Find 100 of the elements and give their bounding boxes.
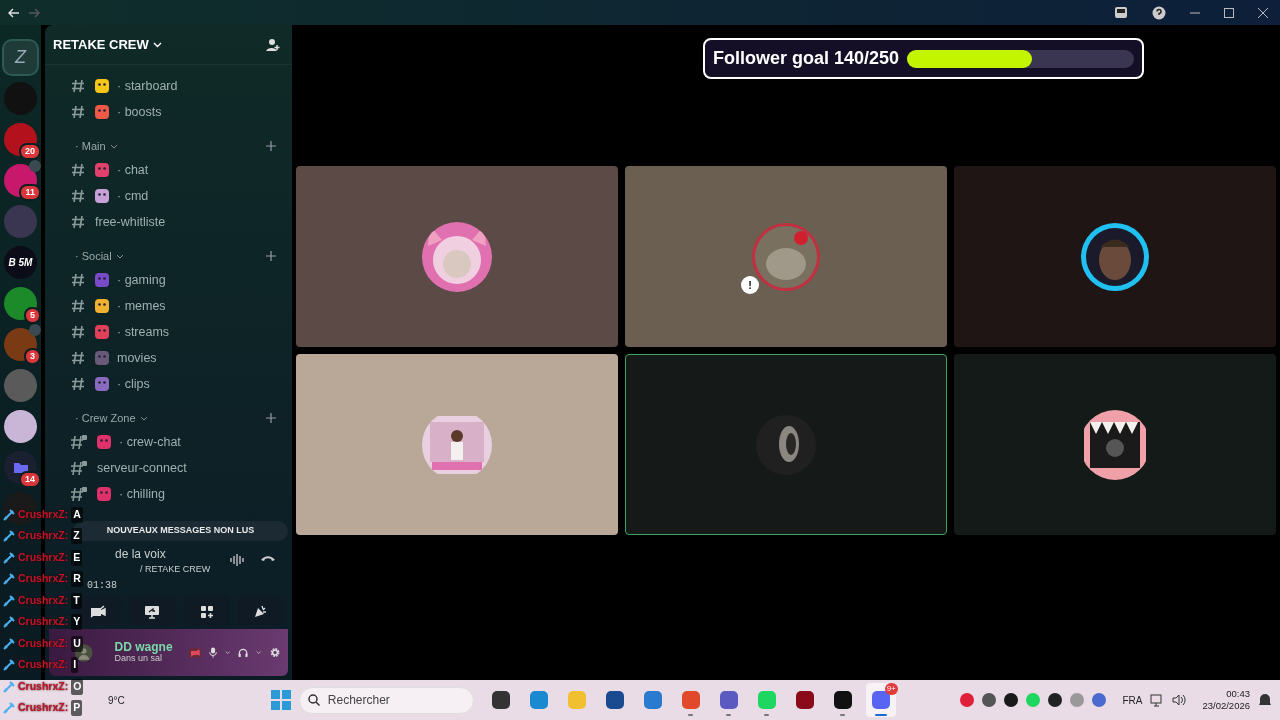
- channel-name[interactable]: · chat: [117, 160, 149, 180]
- channel-icon: [71, 351, 85, 365]
- category-header[interactable]: · Crew Zone: [75, 409, 136, 427]
- camera-off-icon[interactable]: [188, 645, 201, 660]
- add-channel-icon[interactable]: [266, 141, 276, 151]
- sword-icon: [3, 702, 15, 715]
- channel-icon: [71, 325, 85, 339]
- sword-icon: [3, 659, 15, 672]
- server-logo: Z: [15, 46, 26, 69]
- search-field[interactable]: Rechercher: [298, 686, 474, 714]
- unread-badge: 3: [24, 347, 41, 365]
- chat-username: CrushrxZ:: [18, 614, 69, 630]
- chat-message: Z: [71, 528, 82, 545]
- channel-name[interactable]: · memes: [117, 296, 166, 316]
- server-icon[interactable]: B 5M: [4, 246, 37, 279]
- chat-username: CrushrxZ:: [18, 549, 69, 565]
- inbox-icon[interactable]: [1114, 6, 1128, 19]
- video-tile[interactable]: [296, 166, 618, 347]
- chevron-icon: [139, 415, 148, 421]
- chat-message: O: [71, 678, 84, 695]
- add-channel-icon[interactable]: [266, 413, 276, 423]
- server-label: B 5M: [8, 256, 33, 270]
- tray-icon[interactable]: [1004, 693, 1019, 707]
- category-header[interactable]: · Main: [75, 137, 106, 155]
- tray-icon[interactable]: [982, 693, 997, 707]
- chevron-icon: [115, 253, 124, 259]
- channel-icon: [71, 79, 85, 93]
- channel-name[interactable]: · gaming: [117, 270, 166, 290]
- unread-badge: 20: [19, 142, 41, 160]
- channel-name[interactable]: · starboard: [117, 76, 178, 96]
- user-status: Dans un sal: [114, 654, 163, 665]
- taskbar-app[interactable]: 9+: [865, 683, 896, 717]
- server-icon[interactable]: [4, 410, 37, 443]
- voice-details-title[interactable]: de la voix: [115, 544, 211, 563]
- call-timer: 01:38: [87, 580, 117, 591]
- chevron-icon[interactable]: [224, 650, 231, 655]
- chat-username: CrushrxZ:: [18, 571, 69, 587]
- notification-badge: 9+: [884, 683, 898, 695]
- voice-channel-name[interactable]: / RETAKE CREW: [140, 562, 211, 576]
- volume-icon[interactable]: [1172, 694, 1187, 706]
- chat-message: Y: [71, 614, 83, 631]
- channel-icon: [71, 377, 85, 391]
- clock-time[interactable]: 00:43: [1226, 687, 1250, 700]
- notification-icon[interactable]: [1258, 692, 1272, 708]
- tray-icon[interactable]: [1048, 693, 1063, 707]
- chevron-icon: [109, 143, 118, 149]
- channel-name[interactable]: · streams: [117, 322, 170, 342]
- running-indicator: [874, 714, 887, 716]
- channel-icon: [71, 105, 85, 119]
- server-name[interactable]: RETAKE CREW: [53, 34, 149, 55]
- channel-name[interactable]: movies: [117, 348, 157, 368]
- microphone-icon[interactable]: [208, 645, 217, 660]
- back-icon[interactable]: [8, 7, 20, 18]
- start-icon[interactable]: [270, 690, 291, 710]
- unread-badge: 5: [24, 306, 41, 324]
- sword-icon: [3, 616, 15, 629]
- server-icon[interactable]: Z: [4, 41, 37, 74]
- screen-share-button[interactable]: [129, 597, 176, 625]
- channel-name[interactable]: · chilling: [119, 484, 165, 504]
- maximize-icon[interactable]: [1224, 7, 1234, 18]
- clock-date[interactable]: 23/02/2026: [1202, 700, 1250, 713]
- add-channel-icon[interactable]: [266, 251, 276, 261]
- running-indicator: [840, 714, 846, 716]
- goal-label: Follower goal 140/250: [713, 47, 900, 70]
- channel-name[interactable]: · boosts: [117, 102, 162, 122]
- channel-name[interactable]: · crew-chat: [119, 432, 181, 452]
- chat-message: E: [71, 549, 83, 566]
- chevron-icon[interactable]: [256, 650, 262, 655]
- activities-button[interactable]: [183, 597, 230, 625]
- sword-icon: [3, 680, 15, 693]
- category-header[interactable]: · Social: [75, 247, 112, 265]
- channel-name[interactable]: · clips: [117, 374, 150, 394]
- chevron-icon: [152, 41, 162, 48]
- close-icon[interactable]: [1258, 7, 1268, 18]
- help-icon[interactable]: [1152, 5, 1166, 20]
- username[interactable]: DD wagne: [114, 640, 173, 655]
- invite-icon[interactable]: [265, 37, 280, 52]
- settings-icon[interactable]: [269, 645, 280, 660]
- chat-username: CrushrxZ:: [18, 635, 69, 651]
- video-tile[interactable]: [954, 354, 1276, 535]
- screen-share-icon: [144, 604, 161, 619]
- sword-icon: [3, 508, 15, 521]
- video-tile[interactable]: [625, 354, 947, 535]
- sword-icon: [3, 530, 15, 543]
- language-indicator[interactable]: FRA: [1122, 692, 1143, 708]
- network-icon[interactable]: [1150, 693, 1165, 707]
- channel-icon: [71, 163, 85, 177]
- video-tile[interactable]: [296, 354, 618, 535]
- chat-message: P: [71, 700, 83, 717]
- channel-name[interactable]: serveur-connect: [97, 458, 187, 478]
- chat-username: CrushrxZ:: [18, 700, 69, 716]
- unread-badge: 14: [19, 470, 41, 488]
- video-tile[interactable]: !: [625, 166, 947, 347]
- channel-name[interactable]: · cmd: [117, 186, 149, 206]
- soundboard-button[interactable]: [237, 597, 284, 625]
- weather-temperature[interactable]: 9°C: [108, 692, 125, 708]
- video-tile[interactable]: [954, 166, 1276, 347]
- sound-wave-icon[interactable]: [230, 552, 244, 567]
- chat-username: CrushrxZ:: [18, 678, 69, 694]
- channel-name[interactable]: free-whitliste: [95, 212, 166, 232]
